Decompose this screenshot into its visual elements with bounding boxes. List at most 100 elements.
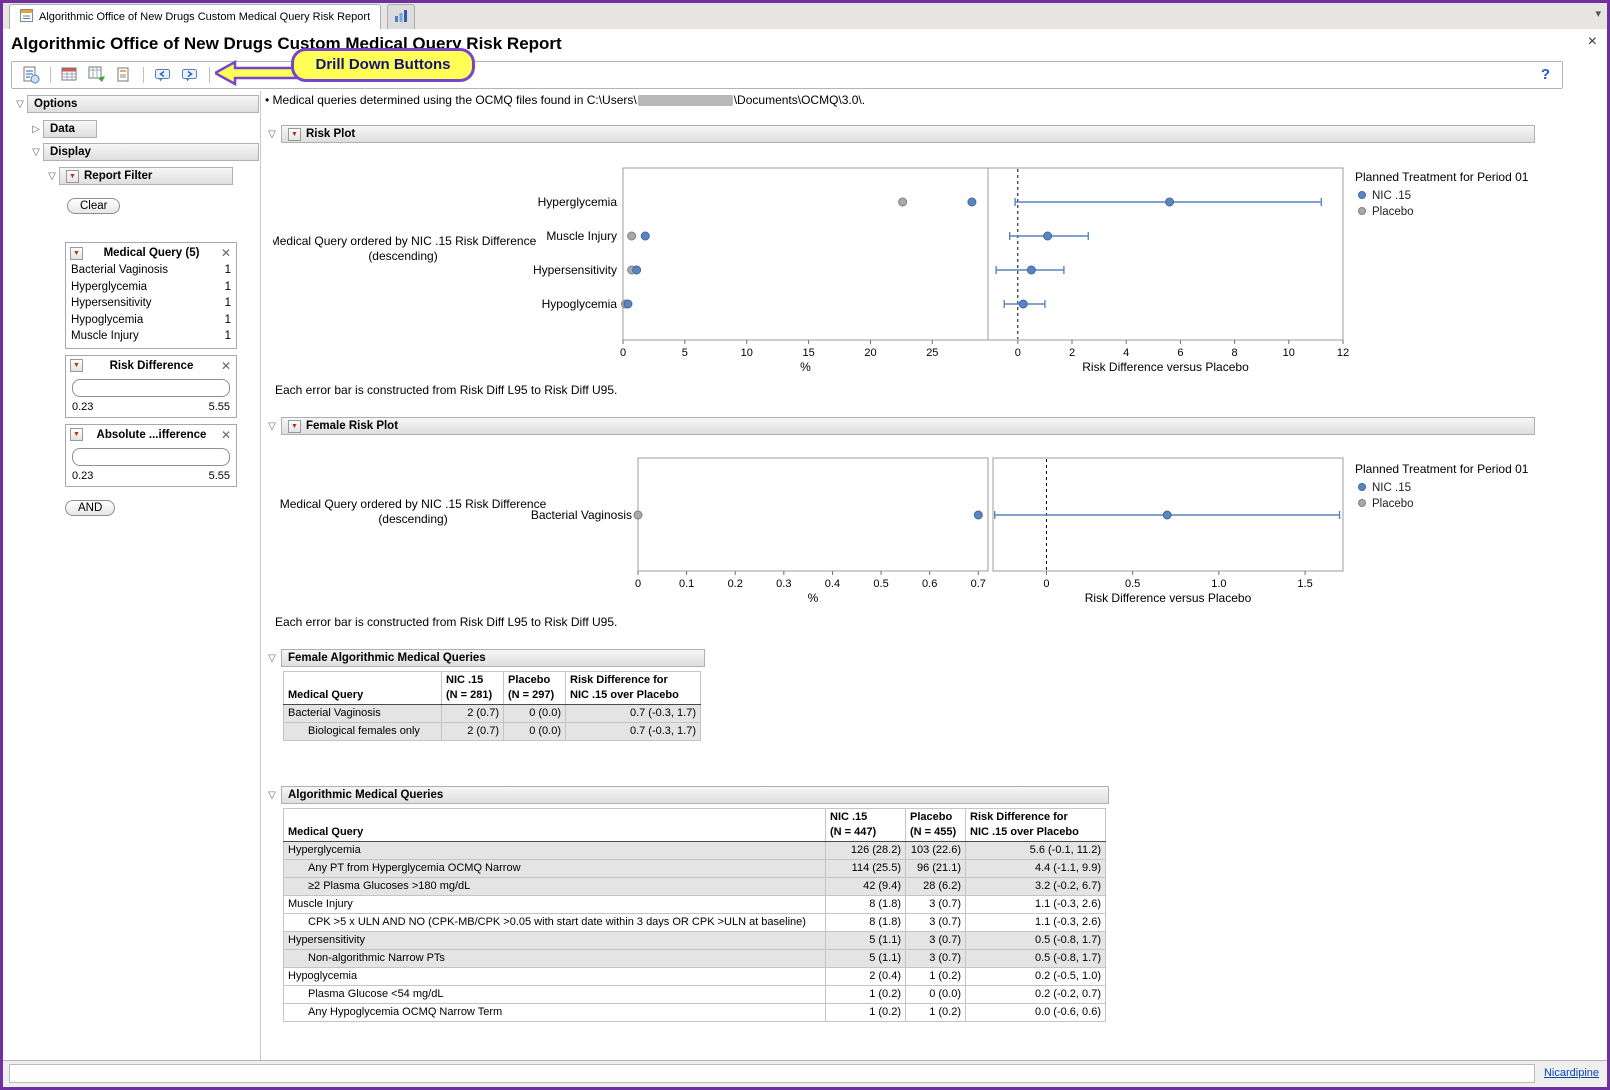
disclosure-open-icon[interactable]: ▽ — [265, 129, 279, 140]
nic15-marker[interactable] — [974, 511, 982, 519]
disclosure-open-icon[interactable]: ▽ — [29, 147, 43, 158]
save-table-icon[interactable] — [86, 64, 108, 86]
nic15-marker[interactable] — [641, 232, 649, 240]
table-row[interactable]: Plasma Glucose <54 mg/dL1 (0.2)0 (0.0)0.… — [284, 986, 1106, 1004]
red-triangle-menu-icon[interactable]: ▼ — [70, 247, 83, 260]
legend-swatch — [1359, 500, 1366, 507]
risk-difference-marker[interactable] — [1027, 266, 1035, 274]
remove-filter-icon[interactable]: ✕ — [220, 359, 232, 373]
section-bar[interactable]: ▼ Female Risk Plot — [281, 417, 1535, 435]
data-label: Data — [50, 123, 75, 135]
red-triangle-menu-icon[interactable]: ▼ — [288, 128, 301, 141]
risk-plot-section-header: ▽ ▼ Risk Plot — [265, 125, 1535, 143]
red-triangle-menu-icon[interactable]: ▼ — [288, 420, 301, 433]
column-header[interactable]: Medical Query — [284, 809, 826, 842]
sidebar-item-data[interactable]: ▷ Data — [29, 120, 259, 138]
placebo-marker[interactable] — [634, 511, 642, 519]
cell-value: 0.7 (-0.3, 1.7) — [566, 723, 701, 741]
table-row[interactable]: Any PT from Hyperglycemia OCMQ Narrow114… — [284, 860, 1106, 878]
filter-list-item[interactable]: Bacterial Vaginosis1 — [66, 262, 236, 279]
remove-filter-icon[interactable]: ✕ — [220, 428, 232, 442]
annotation-forward-icon[interactable] — [179, 64, 201, 86]
legend-title: Planned Treatment for Period 01 — [1355, 170, 1529, 184]
risk-difference-range-slider[interactable] — [72, 379, 230, 397]
disclosure-open-icon[interactable]: ▽ — [265, 421, 279, 432]
table-row[interactable]: Hyperglycemia126 (28.2)103 (22.6)5.6 (-0… — [284, 842, 1106, 860]
tick-label: 2 — [1069, 347, 1075, 359]
table-row[interactable]: Muscle Injury8 (1.8)3 (0.7)1.1 (-0.3, 2.… — [284, 896, 1106, 914]
table-row[interactable]: Hypoglycemia2 (0.4)1 (0.2)0.2 (-0.5, 1.0… — [284, 968, 1106, 986]
nic15-marker[interactable] — [633, 266, 641, 274]
red-triangle-menu-icon[interactable]: ▼ — [70, 359, 83, 372]
cell-value: 0.7 (-0.3, 1.7) — [566, 705, 701, 723]
sidebar-item-display[interactable]: ▽ Display — [29, 143, 259, 161]
range-max: 5.55 — [209, 401, 230, 413]
journal-icon[interactable] — [113, 64, 135, 86]
table-row[interactable]: Hypersensitivity5 (1.1)3 (0.7)0.5 (-0.8,… — [284, 932, 1106, 950]
column-header[interactable]: NIC .15(N = 447) — [826, 809, 906, 842]
section-bar[interactable]: ▼ Risk Plot — [281, 125, 1535, 143]
clear-button[interactable]: Clear — [67, 198, 120, 214]
disclosure-open-icon[interactable]: ▽ — [45, 171, 59, 182]
cell-value: 2 (0.7) — [442, 723, 504, 741]
close-icon[interactable]: × — [1588, 33, 1597, 51]
filter-list-item[interactable]: Hypersensitivity1 — [66, 295, 236, 312]
placebo-marker[interactable] — [899, 198, 907, 206]
risk-difference-marker[interactable] — [1166, 198, 1174, 206]
status-link[interactable]: Nicardipine — [1544, 1067, 1599, 1079]
cell-value: 3 (0.7) — [906, 932, 966, 950]
tab-chart[interactable] — [387, 4, 415, 29]
column-header[interactable]: NIC .15(N = 281) — [442, 672, 504, 705]
display-label: Display — [50, 146, 91, 158]
disclosure-closed-icon[interactable]: ▷ — [29, 124, 43, 135]
nic15-marker[interactable] — [624, 300, 632, 308]
absolute-difference-range-slider[interactable] — [72, 448, 230, 466]
column-header[interactable]: Placebo(N = 455) — [906, 809, 966, 842]
legend-item[interactable]: NIC .15 — [1372, 190, 1411, 202]
column-header[interactable]: Medical Query — [284, 672, 442, 705]
data-table-icon[interactable] — [59, 64, 81, 86]
risk-difference-marker[interactable] — [1019, 300, 1027, 308]
disclosure-open-icon[interactable]: ▽ — [13, 99, 27, 110]
legend-item[interactable]: Placebo — [1372, 206, 1414, 218]
disclosure-open-icon[interactable]: ▽ — [265, 653, 279, 664]
table-row[interactable]: CPK >5 x ULN AND NO (CPK-MB/CPK >0.05 wi… — [284, 914, 1106, 932]
risk-difference-marker[interactable] — [1163, 511, 1171, 519]
sidebar-item-report-filter[interactable]: ▽ ▼ Report Filter — [45, 167, 259, 185]
and-button[interactable]: AND — [65, 500, 115, 516]
tab-report[interactable]: Algorithmic Office of New Drugs Custom M… — [9, 4, 381, 29]
tab-overflow-icon[interactable]: ▾ — [1595, 7, 1601, 20]
column-header[interactable]: Placebo(N = 297) — [504, 672, 566, 705]
filter-list-item[interactable]: Muscle Injury1 — [66, 328, 236, 345]
risk-difference-marker[interactable] — [1044, 232, 1052, 240]
tick-label: 20 — [864, 347, 876, 359]
table-row[interactable]: Biological females only2 (0.7)0 (0.0)0.7… — [284, 723, 701, 741]
x-axis-label: % — [808, 591, 819, 605]
section-bar[interactable]: Female Algorithmic Medical Queries — [281, 649, 705, 667]
red-triangle-menu-icon[interactable]: ▼ — [70, 428, 83, 441]
cell-value: 2 (0.4) — [826, 968, 906, 986]
disclosure-open-icon[interactable]: ▽ — [265, 790, 279, 801]
legend-item[interactable]: NIC .15 — [1372, 482, 1411, 494]
red-triangle-menu-icon[interactable]: ▼ — [66, 170, 79, 183]
remove-filter-icon[interactable]: ✕ — [220, 246, 232, 260]
table-row[interactable]: Non-algorithmic Narrow PTs5 (1.1)3 (0.7)… — [284, 950, 1106, 968]
section-title: Algorithmic Medical Queries — [288, 789, 443, 801]
table-row[interactable]: Bacterial Vaginosis2 (0.7)0 (0.0)0.7 (-0… — [284, 705, 701, 723]
help-button[interactable]: ? — [1541, 66, 1550, 83]
table-row[interactable]: Any Hypoglycemia OCMQ Narrow Term1 (0.2)… — [284, 1004, 1106, 1022]
section-bar[interactable]: Algorithmic Medical Queries — [281, 786, 1109, 804]
filter-list-item[interactable]: Hyperglycemia1 — [66, 279, 236, 296]
placebo-marker[interactable] — [628, 232, 636, 240]
filter-list-item[interactable]: Hypoglycemia1 — [66, 312, 236, 329]
report-icon[interactable] — [20, 64, 42, 86]
table-row[interactable]: ≥2 Plasma Glucoses >180 mg/dL42 (9.4)28 … — [284, 878, 1106, 896]
x-axis-label: % — [800, 360, 811, 374]
column-header[interactable]: Risk Difference forNIC .15 over Placebo — [966, 809, 1106, 842]
annotation-back-icon[interactable] — [152, 64, 174, 86]
nic15-marker[interactable] — [968, 198, 976, 206]
column-header[interactable]: Risk Difference forNIC .15 over Placebo — [566, 672, 701, 705]
legend-item[interactable]: Placebo — [1372, 498, 1414, 510]
sidebar-item-options[interactable]: ▽ Options — [13, 95, 259, 113]
cell-value: 2 (0.7) — [442, 705, 504, 723]
